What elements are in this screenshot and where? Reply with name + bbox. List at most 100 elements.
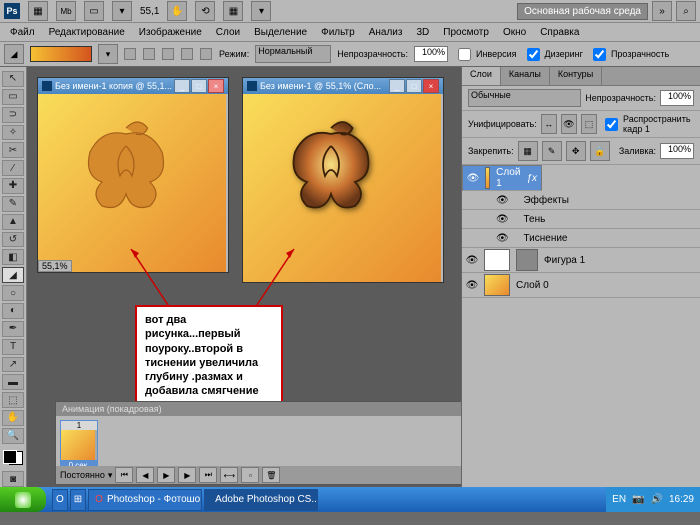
- animation-panel[interactable]: Анимация (покадровая) 1 0 сек. Постоянно…: [55, 401, 461, 485]
- anim-next[interactable]: ▶: [178, 467, 196, 483]
- mode-select[interactable]: Нормальный: [255, 45, 331, 63]
- menu-analysis[interactable]: Анализ: [363, 25, 409, 40]
- 3d-tool[interactable]: ⬚: [2, 392, 24, 408]
- layer-visibility[interactable]: 👁: [467, 172, 479, 184]
- blend-mode[interactable]: Обычные: [468, 89, 581, 107]
- search-icon[interactable]: ⌕: [676, 1, 696, 21]
- lock-trans[interactable]: ▦: [518, 141, 538, 161]
- start-button[interactable]: [0, 487, 46, 512]
- pen-tool[interactable]: ✒: [2, 321, 24, 337]
- menu-3d[interactable]: 3D: [410, 25, 435, 40]
- doc2-canvas[interactable]: [243, 94, 441, 282]
- move-tool[interactable]: ↖: [2, 71, 24, 87]
- layer-row-bg[interactable]: 👁 Слой 0: [462, 273, 700, 298]
- menu-select[interactable]: Выделение: [248, 25, 313, 40]
- layer-row-1[interactable]: 👁 Слой 1 ƒx: [462, 165, 542, 191]
- view-dd[interactable]: ▾: [251, 1, 271, 21]
- doc1-min[interactable]: _: [174, 79, 190, 93]
- crop-tool[interactable]: ✂: [2, 142, 24, 158]
- menu-help[interactable]: Справка: [534, 25, 585, 40]
- wand-tool[interactable]: ✧: [2, 125, 24, 141]
- bridge-icon[interactable]: ▦: [28, 1, 48, 21]
- layer-opacity[interactable]: 100%: [660, 90, 694, 106]
- tab-channels[interactable]: Каналы: [501, 67, 550, 85]
- zoom-dd[interactable]: ▾: [112, 1, 132, 21]
- history-tool[interactable]: ↺: [2, 232, 24, 248]
- gradient-tool-icon[interactable]: ◢: [4, 44, 24, 64]
- quicklaunch-1[interactable]: O: [52, 489, 68, 511]
- marquee-tool[interactable]: ▭: [2, 89, 24, 105]
- tray-lang[interactable]: EN: [612, 494, 626, 505]
- doc2-min[interactable]: _: [389, 79, 405, 93]
- unify-vis[interactable]: 👁: [561, 114, 577, 134]
- anim-tween[interactable]: ⟷: [220, 467, 238, 483]
- anim-trash[interactable]: 🗑: [262, 467, 280, 483]
- arrange-icon[interactable]: ▦: [223, 1, 243, 21]
- menu-file[interactable]: Файл: [4, 25, 41, 40]
- blur-tool[interactable]: ○: [2, 285, 24, 301]
- anim-last[interactable]: ⏭: [199, 467, 217, 483]
- quickmask[interactable]: ◙: [2, 471, 24, 487]
- animation-header[interactable]: Анимация (покадровая): [56, 402, 461, 416]
- doc1-canvas[interactable]: [38, 94, 226, 272]
- doc2-close[interactable]: ×: [423, 79, 439, 93]
- screen-icon[interactable]: ▭: [84, 1, 104, 21]
- grad-angle[interactable]: [162, 48, 174, 60]
- path-tool[interactable]: ↗: [2, 357, 24, 373]
- lasso-tool[interactable]: ⊃: [2, 107, 24, 123]
- menu-edit[interactable]: Редактирование: [43, 25, 131, 40]
- gradient-dd[interactable]: ▾: [98, 44, 118, 64]
- layer-shadow[interactable]: 👁 Тень: [462, 210, 700, 229]
- unify-style[interactable]: ⬚: [581, 114, 597, 134]
- gradient-preview[interactable]: [30, 46, 92, 62]
- tray-icon[interactable]: 🔊: [651, 494, 663, 505]
- layer-visibility[interactable]: 👁: [466, 254, 478, 266]
- rotate-icon[interactable]: ⟲: [195, 1, 215, 21]
- tray-clock[interactable]: 16:29: [669, 494, 694, 505]
- gradient-tool[interactable]: ◢: [2, 267, 24, 283]
- animation-frame-1[interactable]: 1 0 сек.: [60, 420, 98, 472]
- anim-new[interactable]: ▫: [241, 467, 259, 483]
- grad-radial[interactable]: [143, 48, 155, 60]
- menu-view[interactable]: Просмотр: [437, 25, 495, 40]
- grad-reflected[interactable]: [181, 48, 193, 60]
- more-icon[interactable]: »: [652, 1, 672, 21]
- anim-prev[interactable]: ◀: [136, 467, 154, 483]
- layer-visibility[interactable]: 👁: [466, 279, 478, 291]
- system-tray[interactable]: EN 📷 🔊 16:29: [606, 487, 700, 512]
- menu-image[interactable]: Изображение: [133, 25, 208, 40]
- doc1-close[interactable]: ×: [208, 79, 224, 93]
- layer-row-shape[interactable]: 👁 Фигура 1: [462, 248, 700, 273]
- layer-effects[interactable]: 👁 Эффекты: [462, 191, 700, 210]
- eraser-tool[interactable]: ◧: [2, 249, 24, 265]
- anim-first[interactable]: ⏮: [115, 467, 133, 483]
- doc2-titlebar[interactable]: Без имени-1 @ 55,1% (Сло... _□×: [243, 78, 443, 94]
- menu-layers[interactable]: Слои: [210, 25, 246, 40]
- dithering-cb[interactable]: Дизеринг: [523, 45, 583, 64]
- color-swatch[interactable]: [3, 450, 23, 465]
- anim-play[interactable]: ▶: [157, 467, 175, 483]
- lock-all[interactable]: 🔒: [590, 141, 610, 161]
- doc2-max[interactable]: □: [406, 79, 422, 93]
- tab-layers[interactable]: Слои: [462, 67, 501, 85]
- doc1-titlebar[interactable]: Без имени-1 копия @ 55,1... _□×: [38, 78, 228, 94]
- workspace-switcher[interactable]: Основная рабочая среда: [517, 3, 648, 20]
- grad-linear[interactable]: [124, 48, 136, 60]
- document-window-1[interactable]: Без имени-1 копия @ 55,1... _□× 55,1%: [37, 77, 229, 273]
- brush-tool[interactable]: ✎: [2, 196, 24, 212]
- transparency-cb[interactable]: Прозрачность: [589, 45, 669, 64]
- shape-tool[interactable]: ▬: [2, 374, 24, 390]
- document-window-2[interactable]: Без имени-1 @ 55,1% (Сло... _□×: [242, 77, 444, 283]
- layer-emboss[interactable]: 👁 Тиснение: [462, 229, 700, 248]
- zoom-tool[interactable]: 🔍: [2, 428, 24, 444]
- task-opera[interactable]: OPhotoshop - Фотошо...: [88, 489, 202, 511]
- hand-icon[interactable]: ✋: [167, 1, 187, 21]
- propagate-cb[interactable]: [605, 118, 618, 131]
- menu-filter[interactable]: Фильтр: [315, 25, 361, 40]
- stamp-tool[interactable]: ▲: [2, 214, 24, 230]
- dodge-tool[interactable]: ◐: [2, 303, 24, 319]
- tray-icon[interactable]: 📷: [632, 494, 644, 505]
- layer-thumb[interactable]: [485, 167, 490, 189]
- doc1-max[interactable]: □: [191, 79, 207, 93]
- tab-paths[interactable]: Контуры: [550, 67, 602, 85]
